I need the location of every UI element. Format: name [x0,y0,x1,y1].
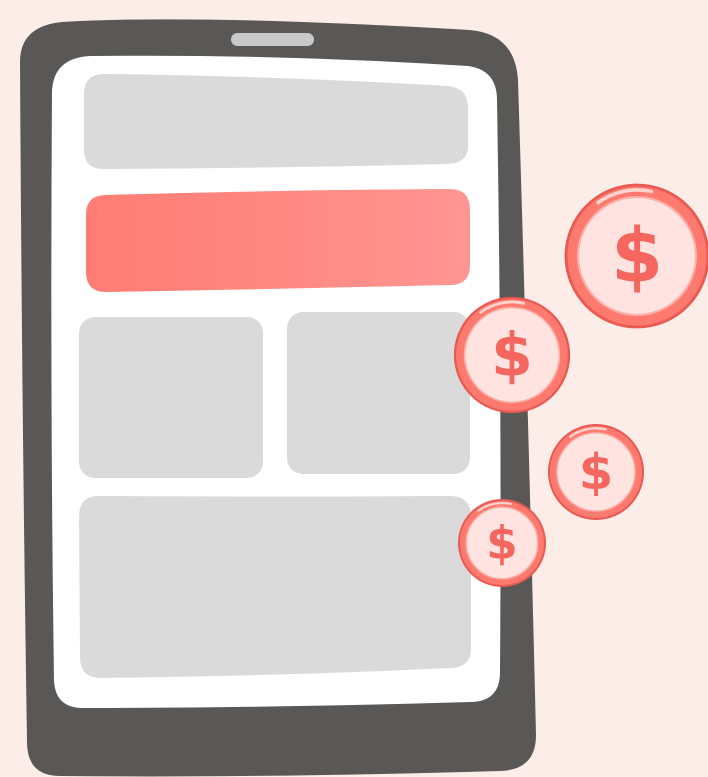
mobile-payment-illustration: $ $ $ $ [20,19,708,777]
dollar-coin-icon: $ [453,296,571,414]
left-card-placeholder [79,317,263,478]
dollar-symbol: $ [579,443,613,501]
dollar-coin-icon: $ [564,183,708,329]
speaker-slot [231,33,314,46]
illustration-canvas: $ $ $ $ [0,0,708,777]
dollar-symbol: $ [611,213,663,300]
dollar-symbol: $ [486,516,517,569]
bottom-panel-placeholder [79,496,471,678]
right-card-placeholder [287,312,470,474]
top-banner-placeholder [84,74,468,169]
dollar-coin-icon: $ [548,424,644,520]
dollar-symbol: $ [491,321,533,391]
highlight-bar [86,189,470,292]
dollar-coin-icon: $ [458,499,546,587]
